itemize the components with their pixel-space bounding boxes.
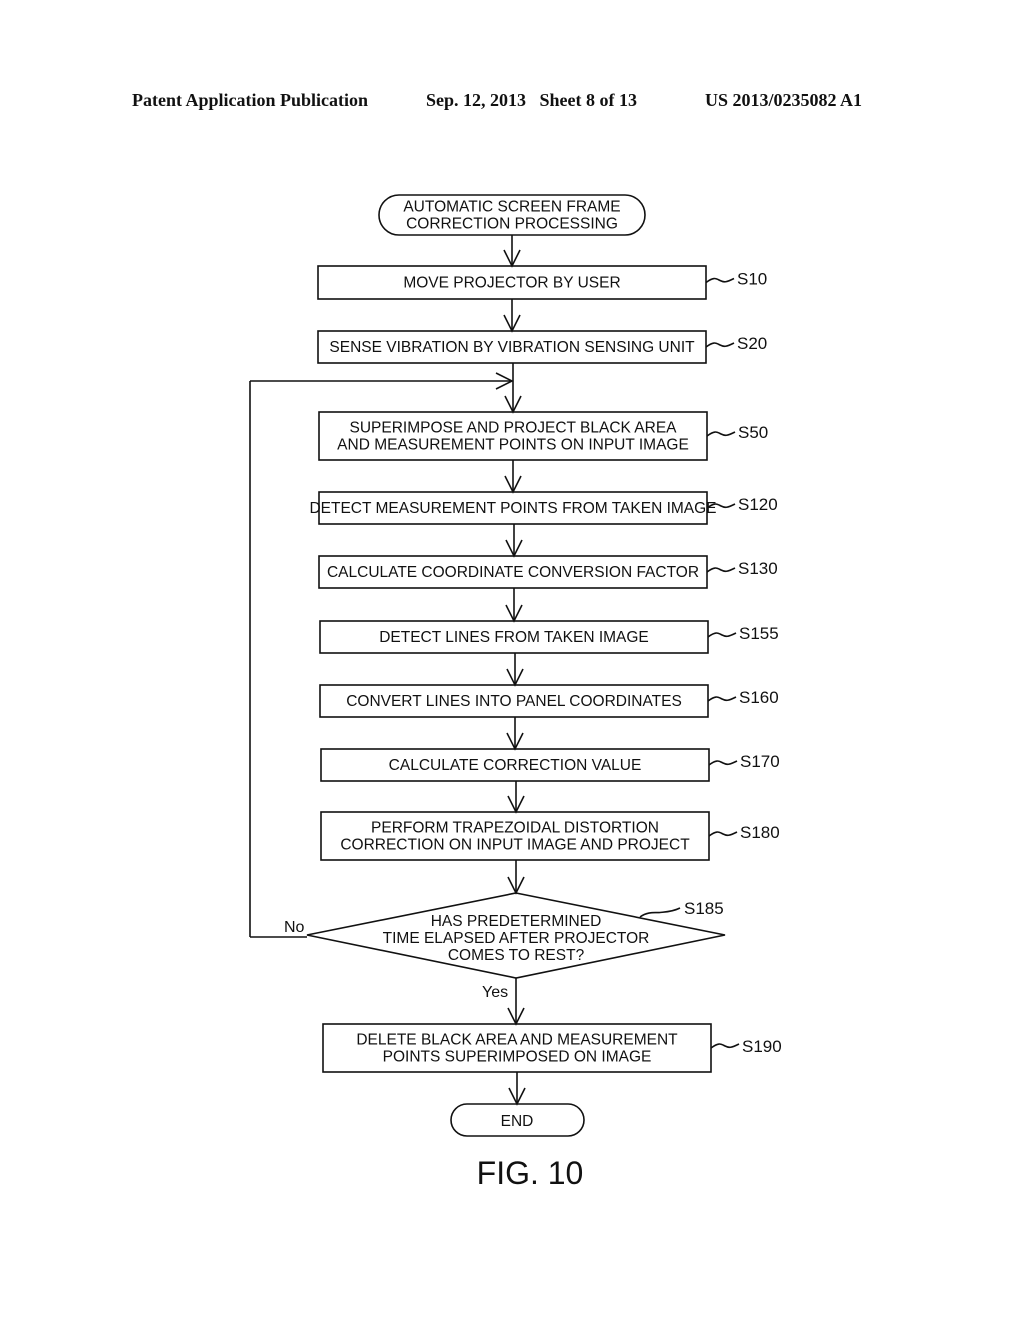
- process-step-s170: CALCULATE CORRECTION VALUE S170: [320, 748, 780, 782]
- step-leader-line: [708, 760, 738, 766]
- process-step-s20: SENSE VIBRATION BY VIBRATION SENSING UNI…: [317, 330, 767, 364]
- step-leader-line: [705, 342, 735, 348]
- step-leader-line: [707, 696, 737, 702]
- process-step-s180: PERFORM TRAPEZOIDAL DISTORTIONCORRECTION…: [320, 811, 780, 861]
- process-text: CALCULATE COORDINATE CONVERSION FACTOR: [327, 564, 699, 581]
- decision-s185: HAS PREDETERMINEDTIME ELAPSED AFTER PROJ…: [306, 892, 726, 979]
- step-leader-line: [706, 567, 736, 573]
- process-text: SENSE VIBRATION BY VIBRATION SENSING UNI…: [329, 339, 695, 356]
- figure-label: FIG. 10: [477, 1155, 584, 1191]
- process-step-s155: DETECT LINES FROM TAKEN IMAGE S155: [319, 620, 779, 654]
- step-leader-line: [706, 431, 736, 437]
- process-text: SUPERIMPOSE AND PROJECT BLACK AREA: [349, 420, 677, 437]
- step-id-label: S20: [737, 334, 767, 353]
- step-id-label: S170: [740, 752, 780, 771]
- yes-label: Yes: [482, 984, 508, 1001]
- process-step-s50: SUPERIMPOSE AND PROJECT BLACK AREAAND ME…: [318, 411, 768, 461]
- process-text: MOVE PROJECTOR BY USER: [403, 275, 620, 292]
- process-text: CONVERT LINES INTO PANEL COORDINATES: [346, 693, 682, 710]
- step-id-label: S160: [739, 688, 779, 707]
- start-terminal: AUTOMATIC SCREEN FRAMECORRECTION PROCESS…: [378, 194, 646, 236]
- process-text: DELETE BLACK AREA AND MEASUREMENT: [356, 1032, 678, 1049]
- process-step-s130: CALCULATE COORDINATE CONVERSION FACTOR S1…: [318, 555, 778, 589]
- process-step-s10: MOVE PROJECTOR BY USER S10: [317, 265, 767, 300]
- step-leader-line: [708, 831, 738, 837]
- step-id-label: S120: [738, 495, 778, 514]
- flowchart: AUTOMATIC SCREEN FRAMECORRECTION PROCESS…: [249, 194, 782, 1191]
- step-id-label: S190: [742, 1037, 782, 1056]
- step-leader-line: [639, 907, 681, 918]
- process-text: POINTS SUPERIMPOSED ON IMAGE: [383, 1049, 652, 1066]
- start-terminal-text: CORRECTION PROCESSING: [406, 216, 618, 233]
- end-terminal: END: [450, 1103, 585, 1137]
- process-text: DETECT MEASUREMENT POINTS FROM TAKEN IMA…: [309, 500, 716, 517]
- step-id-label: S180: [740, 823, 780, 842]
- process-text: AND MEASUREMENT POINTS ON INPUT IMAGE: [337, 437, 689, 454]
- step-leader-line: [705, 277, 735, 284]
- process-text: PERFORM TRAPEZOIDAL DISTORTION: [371, 820, 659, 837]
- end-terminal-text: END: [501, 1113, 534, 1130]
- step-id-label: S130: [738, 559, 778, 578]
- decision-text: COMES TO REST?: [448, 947, 585, 964]
- process-text: CALCULATE CORRECTION VALUE: [389, 757, 642, 774]
- process-text: CORRECTION ON INPUT IMAGE AND PROJECT: [340, 837, 690, 854]
- step-id-label: S10: [737, 270, 767, 289]
- step-id-label: S155: [739, 624, 779, 643]
- process-step-s190: DELETE BLACK AREA AND MEASUREMENTPOINTS …: [322, 1023, 782, 1073]
- step-id-label: S50: [738, 423, 768, 442]
- decision-text: TIME ELAPSED AFTER PROJECTOR: [383, 930, 650, 947]
- process-step-s160: CONVERT LINES INTO PANEL COORDINATES S160: [319, 684, 779, 718]
- step-leader-line: [707, 632, 737, 638]
- process-text: DETECT LINES FROM TAKEN IMAGE: [379, 629, 649, 646]
- step-leader-line: [710, 1043, 740, 1049]
- step-id-label: S185: [684, 899, 724, 918]
- no-label: No: [284, 919, 305, 936]
- decision-text: HAS PREDETERMINED: [431, 913, 602, 930]
- start-terminal-text: AUTOMATIC SCREEN FRAME: [403, 199, 620, 216]
